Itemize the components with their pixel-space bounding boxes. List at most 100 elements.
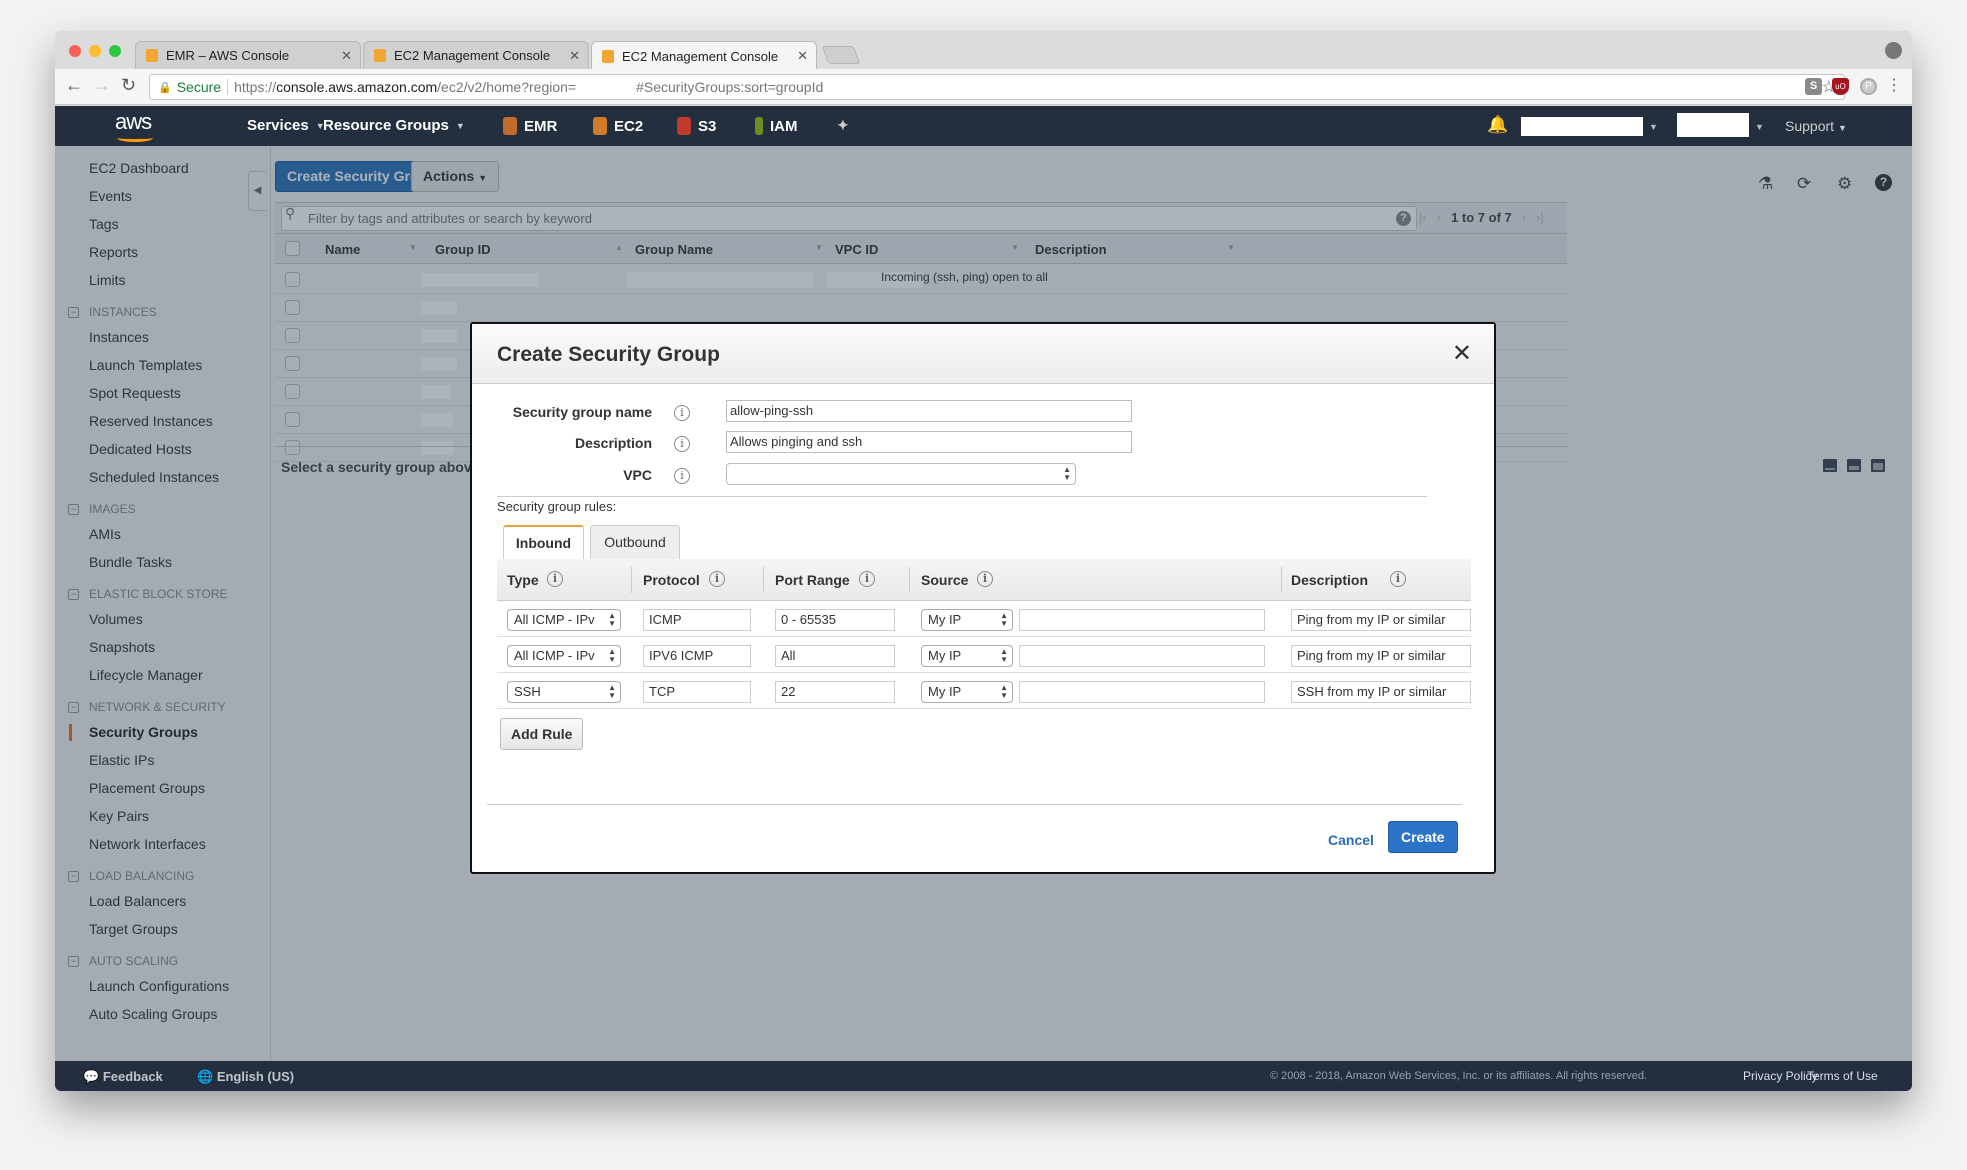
aws-favicon-icon [146,49,158,62]
tab-title: EC2 Management Console [394,48,551,63]
description-input[interactable]: Allows pinging and ssh [726,431,1132,453]
bell-icon[interactable]: 🔔 [1487,115,1508,135]
rule-description-input[interactable]: Ping from my IP or similar [1291,609,1471,631]
back-icon[interactable]: ← [65,75,83,96]
aws-top-nav: aws Services ▼ Resource Groups ▼ EMR EC2 S… [55,106,1912,146]
info-icon[interactable]: i [1390,571,1406,587]
tab-title: EC2 Management Console [622,48,779,64]
browser-tab-ec2[interactable]: EC2 Management Console ✕ [363,41,589,69]
pin-icon[interactable]: ✦ [837,117,849,134]
ec2-icon [593,117,607,135]
aws-smile-icon [117,134,153,142]
tab-outbound[interactable]: Outbound [590,525,680,559]
rule-row: All ICMP - IPv ▲ ▼ ICMP 0 - 65535 My IP ▲ ▼ Ping… [497,601,1471,637]
modal-title: Create Security Group [497,343,720,366]
select-arrows-icon: ▲ ▼ [1000,647,1008,664]
info-icon[interactable]: i [709,571,725,587]
rule-port-range-input[interactable]: 0 - 65535 [775,609,895,631]
rule-row: All ICMP - IPv ▲ ▼ IPV6 ICMP All My IP ▲ ▼ Ping … [497,637,1471,673]
rule-port-range-input[interactable]: All [775,645,895,667]
browser-tab-emr[interactable]: EMR – AWS Console ✕ [135,41,361,69]
rule-source-select[interactable]: My IP ▲ ▼ [921,609,1013,631]
rule-port-range-input[interactable]: 22 [775,681,895,703]
close-tab-icon[interactable]: ✕ [569,48,580,64]
add-rule-button[interactable]: Add Rule [500,718,584,750]
select-arrows-icon: ▲ ▼ [1063,465,1071,482]
new-tab-button[interactable] [821,46,861,64]
lock-icon: 🔒 [158,81,172,94]
feedback-link[interactable]: 💬 Feedback [83,1069,163,1085]
shortcut-ec2[interactable]: EC2 [593,117,643,135]
vpc-label: VPC [623,467,652,483]
address-bar[interactable]: 🔒 Secure https:// console.aws.amazon.com… [149,74,1845,100]
rule-cidr-input[interactable] [1019,681,1265,703]
support-menu[interactable]: Support ▼ [1785,118,1847,134]
rules-column-port-range: Port Range [775,572,850,588]
url-path: /ec2/v2/home?region= [437,79,577,95]
emr-icon [503,117,517,135]
s3-icon [677,117,691,135]
security-group-name-input[interactable]: allow-ping-ssh [726,400,1132,422]
minimize-window-button[interactable] [89,45,101,57]
account-menu[interactable] [1521,117,1643,136]
profile-icon[interactable] [1885,42,1902,59]
extension-p-icon[interactable]: P [1860,78,1877,95]
maximize-window-button[interactable] [109,45,121,57]
rule-cidr-input[interactable] [1019,645,1265,667]
tab-strip: EMR – AWS Console ✕ EC2 Management Conso… [55,31,1912,70]
security-group-name-label: Security group name [512,404,652,420]
resource-groups-menu[interactable]: Resource Groups ▼ [323,117,465,134]
copyright: © 2008 - 2018, Amazon Web Services, Inc.… [1270,1070,1647,1082]
info-icon[interactable]: i [674,436,690,452]
shortcut-emr[interactable]: EMR [503,117,557,135]
vpc-select[interactable]: ▲ ▼ [726,463,1076,485]
rule-type-select[interactable]: All ICMP - IPv ▲ ▼ [507,645,621,667]
reload-icon[interactable]: ↻ [121,75,136,96]
browser-menu-icon[interactable]: ⋮ [1886,75,1902,95]
close-tab-icon[interactable]: ✕ [341,48,352,64]
extension-s-icon[interactable]: S [1805,78,1822,95]
rule-description-input[interactable]: Ping from my IP or similar [1291,645,1471,667]
browser-tab-ec2-active[interactable]: EC2 Management Console ✕ [591,41,817,70]
rule-source-select[interactable]: My IP ▲ ▼ [921,645,1013,667]
close-window-button[interactable] [69,45,81,57]
terms-link[interactable]: Terms of Use [1807,1069,1878,1083]
address-row: ← → ↻ 🔒 Secure https:// console.aws.amaz… [55,69,1912,105]
info-icon[interactable]: i [977,571,993,587]
language-selector[interactable]: 🌐 English (US) [197,1069,294,1085]
info-icon[interactable]: i [674,405,690,421]
ublock-icon[interactable]: uO [1832,78,1849,95]
rule-type-select[interactable]: All ICMP - IPv ▲ ▼ [507,609,621,631]
rule-row: SSH ▲ ▼ TCP 22 My IP ▲ ▼ SSH from my IP or simil… [497,673,1471,709]
rule-protocol-input[interactable]: IPV6 ICMP [643,645,751,667]
rule-description-input[interactable]: SSH from my IP or similar [1291,681,1471,703]
close-icon[interactable]: ✕ [1452,339,1472,368]
rules-header: Type i Protocol i Port Range i Source i … [497,559,1471,601]
speech-bubble-icon: 💬 [83,1069,100,1084]
forward-icon[interactable]: → [93,75,111,96]
close-tab-icon[interactable]: ✕ [797,48,808,64]
rules-column-description: Description [1291,572,1369,588]
url-hash: #SecurityGroups:sort=groupId [636,79,824,95]
info-icon[interactable]: i [674,468,690,484]
tab-inbound[interactable]: Inbound [503,525,584,559]
rules-column-protocol: Protocol [643,572,700,588]
rule-type-select[interactable]: SSH ▲ ▼ [507,681,621,703]
rule-protocol-input[interactable]: TCP [643,681,751,703]
chevron-down-icon: ▼ [1837,123,1847,133]
cancel-button[interactable]: Cancel [1328,832,1374,848]
shortcut-s3[interactable]: S3 [677,117,716,135]
info-icon[interactable]: i [547,571,563,587]
info-icon[interactable]: i [859,571,875,587]
rule-cidr-input[interactable] [1019,609,1265,631]
create-button[interactable]: Create [1388,821,1458,853]
region-menu[interactable] [1677,113,1749,137]
chevron-down-icon: ▼ [455,120,465,131]
rules-column-source: Source [921,572,969,588]
select-arrows-icon: ▲ ▼ [1000,683,1008,700]
aws-logo[interactable]: aws [115,109,152,135]
rule-source-select[interactable]: My IP ▲ ▼ [921,681,1013,703]
shortcut-iam[interactable]: IAM [755,117,798,135]
services-menu[interactable]: Services ▼ [247,117,325,134]
rule-protocol-input[interactable]: ICMP [643,609,751,631]
